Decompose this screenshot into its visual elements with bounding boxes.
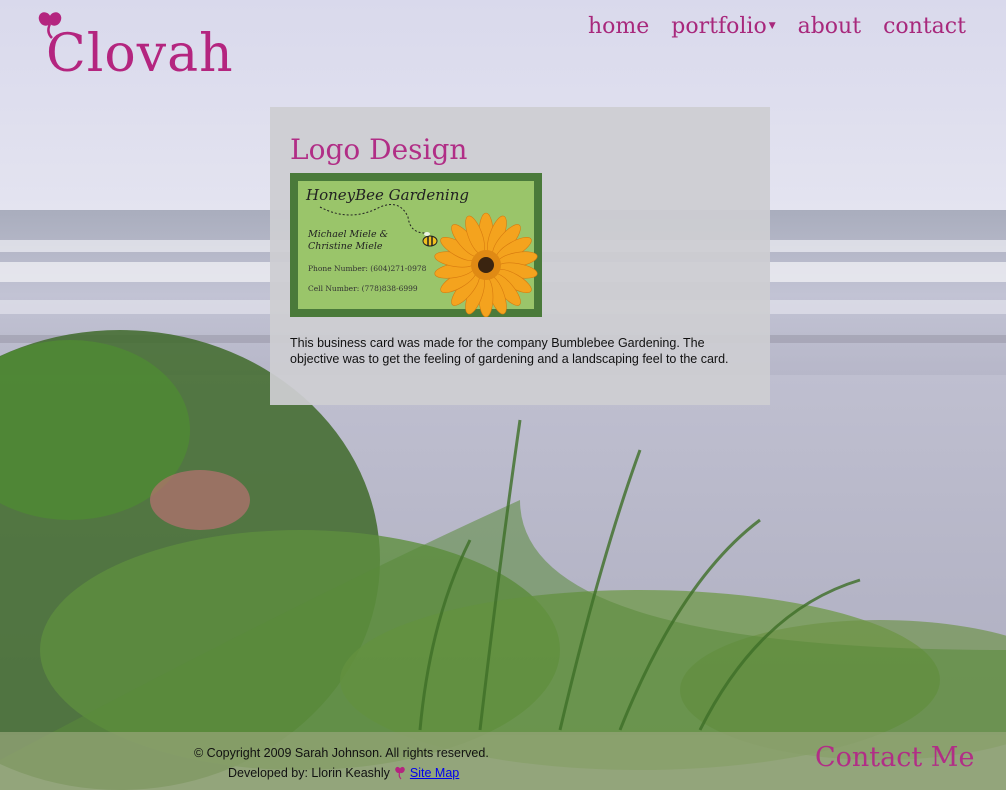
developer-line: Developed by: Llorin Keashly Site Map [228, 766, 459, 780]
project-description: This business card was made for the comp… [290, 335, 729, 366]
nav-contact[interactable]: contact [883, 14, 966, 40]
developer-credit: Developed by: Llorin Keashly [228, 766, 390, 780]
logo-text: Clovah [46, 24, 234, 84]
sitemap-link[interactable]: Site Map [410, 766, 459, 780]
nav-home-label: home [588, 14, 650, 39]
nav-about-label: about [797, 14, 862, 39]
nav-portfolio[interactable]: portfolio ▼ [671, 14, 775, 40]
page-title: Logo Design [290, 133, 468, 166]
card-cell: Cell Number: (778)838-6999 [308, 284, 418, 293]
flower-icon [395, 766, 405, 780]
nav-portfolio-label: portfolio [671, 14, 767, 39]
site-logo[interactable]: Clovah [34, 8, 233, 94]
content-panel: Logo Design HoneyBee Gardening Michael M… [270, 107, 770, 405]
nav-contact-label: contact [883, 14, 966, 39]
copyright-text: © Copyright 2009 Sarah Johnson. All righ… [194, 746, 489, 760]
nav-about[interactable]: about [798, 14, 861, 40]
card-names-line1: Michael Miele & [307, 229, 388, 240]
nav-home[interactable]: home [588, 14, 649, 40]
card-names-line2: Christine Miele [308, 241, 383, 252]
caret-down-icon: ▼ [768, 21, 776, 31]
contact-me-link[interactable]: Contact Me [815, 742, 974, 773]
business-card-image[interactable]: HoneyBee Gardening Michael Miele & Chris… [290, 172, 542, 317]
main-nav: home portfolio ▼ about contact [588, 14, 966, 40]
site-footer: © Copyright 2009 Sarah Johnson. All righ… [0, 732, 1006, 790]
card-phone: Phone Number: (604)271-0978 [308, 264, 427, 273]
card-company: HoneyBee Gardening [305, 186, 469, 204]
